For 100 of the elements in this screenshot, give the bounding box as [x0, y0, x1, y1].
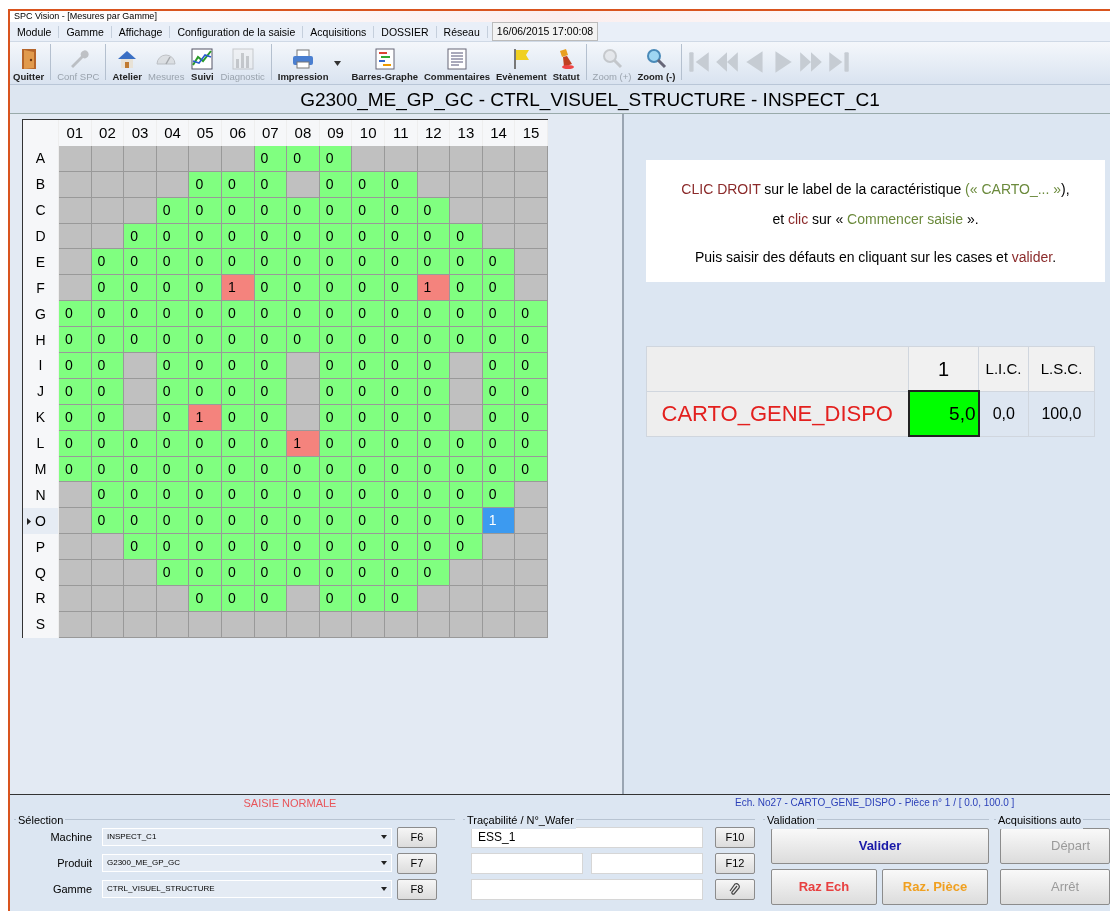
dropdown-field[interactable]: INSPECT_C1: [102, 828, 392, 847]
wafer-cell[interactable]: [450, 586, 483, 612]
wafer-cell[interactable]: 0: [352, 456, 385, 483]
wafer-cell[interactable]: [482, 534, 516, 561]
wafer-cell[interactable]: 0: [450, 482, 483, 509]
wafer-cell[interactable]: 0: [515, 378, 548, 405]
wafer-cell[interactable]: 1: [221, 275, 255, 302]
wafer-cell[interactable]: [124, 404, 157, 431]
wafer-cell[interactable]: [450, 611, 483, 638]
wafer-cell[interactable]: 0: [287, 145, 320, 172]
menu-item[interactable]: Configuration de la saisie: [170, 25, 304, 38]
wafer-cell[interactable]: 0: [482, 327, 516, 353]
wafer-cell[interactable]: 0: [482, 482, 516, 509]
wafer-cell[interactable]: [124, 560, 157, 586]
wafer-cell[interactable]: 0: [189, 482, 222, 509]
wafer-cell[interactable]: 0: [124, 275, 157, 302]
toolbar-button[interactable]: Suivi: [187, 46, 218, 82]
wafer-cell[interactable]: 0: [319, 249, 353, 276]
value-cell[interactable]: 5,0: [908, 391, 979, 437]
wafer-cell[interactable]: 0: [254, 534, 288, 561]
wafer-cell[interactable]: [91, 560, 125, 586]
toolbar-button[interactable]: Statut: [549, 46, 583, 82]
wafer-cell[interactable]: 0: [59, 352, 92, 379]
wafer-cell[interactable]: 0: [515, 352, 548, 379]
wafer-cell[interactable]: 0: [515, 430, 548, 457]
dropdown-field[interactable]: CTRL_VISUEL_STRUCTURE: [102, 880, 392, 899]
wafer-cell[interactable]: 1: [417, 275, 451, 302]
wafer-cell[interactable]: [287, 378, 320, 405]
input-field[interactable]: [591, 852, 703, 874]
wafer-cell[interactable]: [352, 611, 385, 638]
wafer-cell[interactable]: [189, 611, 222, 638]
wafer-cell[interactable]: 0: [515, 456, 548, 483]
wafer-cell[interactable]: 0: [287, 301, 320, 328]
wafer-cell[interactable]: 0: [417, 482, 451, 509]
wafer-cell[interactable]: 0: [189, 508, 222, 535]
wafer-cell[interactable]: 0: [287, 223, 320, 250]
wafer-cell[interactable]: 0: [189, 171, 222, 198]
key-button[interactable]: F10: [715, 826, 755, 848]
menu-item[interactable]: Module: [10, 25, 60, 38]
wafer-cell[interactable]: 0: [124, 456, 157, 483]
wafer-cell[interactable]: [450, 352, 483, 379]
wafer-cell[interactable]: 0: [124, 327, 157, 353]
wafer-cell[interactable]: 0: [352, 378, 385, 405]
wafer-cell[interactable]: 0: [59, 378, 92, 405]
wafer-cell[interactable]: 0: [287, 275, 320, 302]
wafer-cell[interactable]: 0: [352, 560, 385, 586]
wafer-cell[interactable]: 0: [189, 197, 222, 224]
wafer-cell[interactable]: [515, 611, 548, 638]
wafer-cell[interactable]: 0: [450, 430, 483, 457]
wafer-cell[interactable]: 0: [189, 327, 222, 353]
wafer-cell[interactable]: 0: [287, 456, 320, 483]
wafer-cell[interactable]: [287, 611, 320, 638]
menu-item[interactable]: Réseau: [436, 25, 488, 38]
wafer-cell[interactable]: [59, 145, 92, 172]
wafer-cell[interactable]: 0: [59, 404, 92, 431]
wafer-cell[interactable]: 0: [450, 456, 483, 483]
wafer-cell[interactable]: 0: [417, 508, 451, 535]
key-button[interactable]: F12: [715, 852, 755, 874]
wafer-cell[interactable]: 0: [384, 275, 418, 302]
wafer-cell[interactable]: [287, 352, 320, 379]
wafer-cell[interactable]: 0: [417, 534, 451, 561]
key-button[interactable]: F8: [397, 878, 437, 900]
wafer-cell[interactable]: 0: [254, 275, 288, 302]
wafer-cell[interactable]: 0: [417, 249, 451, 276]
wafer-cell[interactable]: 0: [254, 327, 288, 353]
wafer-cell[interactable]: 1: [287, 430, 320, 457]
wafer-cell[interactable]: 0: [189, 586, 222, 612]
toolbar-button[interactable]: Commentaires: [421, 46, 493, 82]
wafer-cell[interactable]: 0: [221, 482, 255, 509]
wafer-cell[interactable]: [482, 560, 516, 586]
wafer-cell[interactable]: 0: [384, 508, 418, 535]
key-button[interactable]: F6: [397, 826, 437, 848]
wafer-cell[interactable]: [515, 145, 548, 172]
wafer-cell[interactable]: 0: [59, 301, 92, 328]
wafer-cell[interactable]: 0: [319, 482, 353, 509]
wafer-cell[interactable]: 0: [287, 327, 320, 353]
wafer-cell[interactable]: 0: [287, 482, 320, 509]
wafer-cell[interactable]: 0: [91, 508, 125, 535]
wafer-cell[interactable]: 0: [91, 482, 125, 509]
wafer-cell[interactable]: 0: [384, 301, 418, 328]
wafer-cell[interactable]: [450, 378, 483, 405]
wafer-cell[interactable]: 0: [352, 430, 385, 457]
wafer-cell[interactable]: [59, 275, 92, 302]
wafer-cell[interactable]: 0: [319, 508, 353, 535]
wafer-cell[interactable]: 0: [319, 560, 353, 586]
wafer-cell[interactable]: 0: [319, 275, 353, 302]
wafer-cell[interactable]: [124, 171, 157, 198]
wafer-cell[interactable]: [59, 171, 92, 198]
wafer-cell[interactable]: 0: [254, 249, 288, 276]
wafer-cell[interactable]: [515, 223, 548, 250]
wafer-cell[interactable]: 0: [384, 327, 418, 353]
wafer-cell[interactable]: 0: [287, 197, 320, 224]
wafer-cell[interactable]: 0: [221, 301, 255, 328]
wafer-cell[interactable]: 0: [124, 430, 157, 457]
wafer-cell[interactable]: [189, 145, 222, 172]
wafer-cell[interactable]: [450, 197, 483, 224]
wafer-cell[interactable]: 0: [352, 352, 385, 379]
wafer-cell[interactable]: 0: [417, 301, 451, 328]
wafer-cell[interactable]: 0: [124, 534, 157, 561]
wafer-cell[interactable]: 0: [254, 560, 288, 586]
